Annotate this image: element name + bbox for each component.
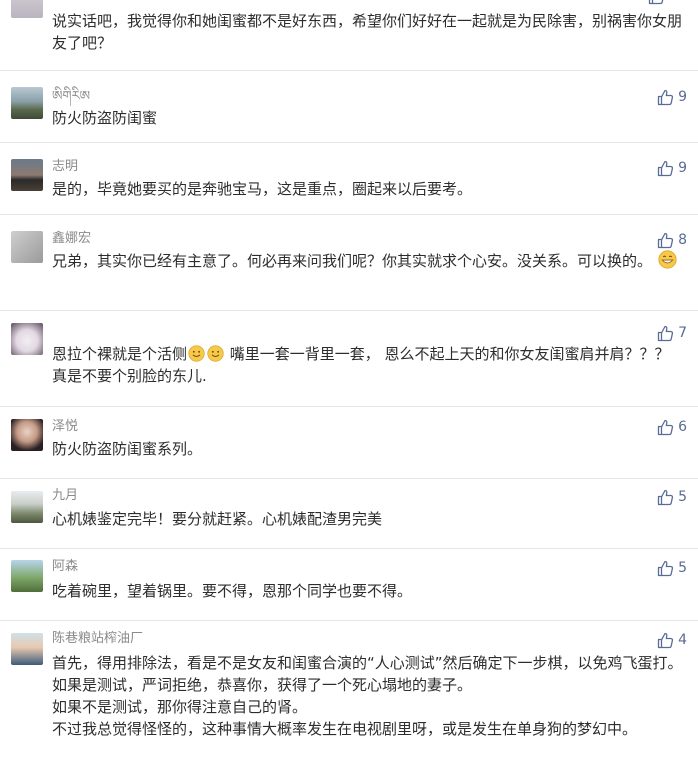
thumbs-up-icon [657, 560, 674, 576]
commenter-name[interactable]: ཨིགིརིཨ [52, 89, 90, 105]
avatar[interactable] [11, 560, 43, 592]
comment-text: 恩拉个裸就是个活侧 嘴里一套一背里一套， 恩么不起上天的和你女友闺蜜肩并肩？？？… [52, 345, 670, 385]
like-button[interactable]: 8 [657, 230, 687, 250]
smiling-emoji-icon [188, 345, 205, 362]
commenter-name[interactable]: 泽悦 [52, 419, 78, 435]
commenter-name[interactable]: 九月 [52, 488, 78, 504]
like-count: 5 [678, 489, 687, 505]
comment-text: 吃着碗里，望着锅里。要不得，恩那个同学也要不得。 [52, 582, 413, 600]
like-button[interactable]: 7 [657, 323, 687, 343]
like-count: 4 [678, 632, 687, 648]
comment-text: 防火防盗防闺蜜系列。 [52, 440, 203, 458]
avatar[interactable] [11, 491, 43, 523]
avatar[interactable] [11, 0, 43, 18]
like-button[interactable]: 12 [648, 0, 687, 6]
like-button[interactable]: 5 [657, 558, 687, 578]
comment-text: 首先，得用排除法，看是不是女友和闺蜜合演的“人心测试”然后确定下一步棋，以免鸡飞… [52, 654, 683, 738]
comment-item: 7 恩拉个裸就是个活侧 嘴里一套一背里一套， 恩么不起上天的和你女友闺蜜肩并肩？… [0, 310, 698, 407]
comment-text: 是的，毕竟她要买的是奔驰宝马，这是重点，圈起来以后要考。 [52, 180, 473, 198]
grinning-emoji-icon [658, 250, 677, 269]
comment-item: ཨིགིརིཨ 9 防火防盗防闺蜜 [0, 70, 698, 143]
like-count: 8 [678, 232, 687, 248]
like-button[interactable]: 9 [657, 87, 687, 107]
comment-text: 心机婊鉴定完毕！要分就赶紧。心机婊配渣男完美 [52, 510, 383, 528]
comment-item: 鑫娜宏 8 兄弟，其实你已经有主意了。何必再来问我们呢？你其实就求个心安。没关系… [0, 214, 698, 311]
avatar[interactable] [11, 231, 43, 263]
like-count: 6 [678, 419, 687, 435]
like-button[interactable]: 9 [657, 158, 687, 178]
smiling-emoji-icon [207, 345, 224, 362]
comment-item: 阿森 5 吃着碗里，望着锅里。要不得，恩那个同学也要不得。 [0, 548, 698, 621]
thumbs-up-icon [657, 160, 674, 176]
comment-item: 志明 9 是的，毕竟她要买的是奔驰宝马，这是重点，圈起来以后要考。 [0, 142, 698, 215]
avatar[interactable] [11, 159, 43, 191]
like-button[interactable]: 5 [657, 487, 687, 507]
thumbs-up-icon [649, 0, 664, 4]
like-button[interactable]: 4 [657, 630, 687, 650]
like-count: 12 [669, 0, 687, 4]
commenter-name[interactable]: 志明 [52, 159, 78, 175]
like-button[interactable]: 6 [657, 417, 687, 437]
commenter-name[interactable]: 阿森 [52, 559, 78, 575]
avatar[interactable] [11, 633, 43, 665]
comment-item: 九月 5 心机婊鉴定完毕！要分就赶紧。心机婊配渣男完美 [0, 478, 698, 549]
comment-item: 泽悦 6 防火防盗防闺蜜系列。 [0, 406, 698, 479]
like-count: 9 [678, 89, 687, 105]
commenter-name[interactable]: 鑫娜宏 [52, 231, 91, 247]
thumbs-up-icon [657, 325, 674, 341]
like-count: 5 [678, 560, 687, 576]
avatar[interactable] [11, 419, 43, 451]
comment-text: 说实话吧，我觉得你和她闺蜜都不是好东西，希望你们好好在一起就是为民除害，别祸害你… [52, 12, 683, 52]
comment-text: 兄弟，其实你已经有主意了。何必再来问我们呢？你其实就求个心安。没关系。可以换的。 [52, 250, 684, 272]
avatar[interactable] [11, 87, 43, 119]
thumbs-up-icon [657, 489, 674, 505]
comment-item: 12 说实话吧，我觉得你和她闺蜜都不是好东西，希望你们好好在一起就是为民除害，别… [0, 0, 698, 70]
commenter-name[interactable]: 陈巷粮站榨油厂 [52, 631, 143, 647]
thumbs-up-icon [657, 89, 674, 105]
thumbs-up-icon [657, 419, 674, 435]
like-count: 7 [678, 325, 687, 341]
avatar[interactable] [11, 323, 43, 355]
comment-item: 陈巷粮站榨油厂 4 首先，得用排除法，看是不是女友和闺蜜合演的“人心测试”然后确… [0, 620, 698, 768]
comment-text: 防火防盗防闺蜜 [52, 109, 158, 127]
like-count: 9 [678, 160, 687, 176]
thumbs-up-icon [657, 232, 674, 248]
thumbs-up-icon [657, 632, 674, 648]
